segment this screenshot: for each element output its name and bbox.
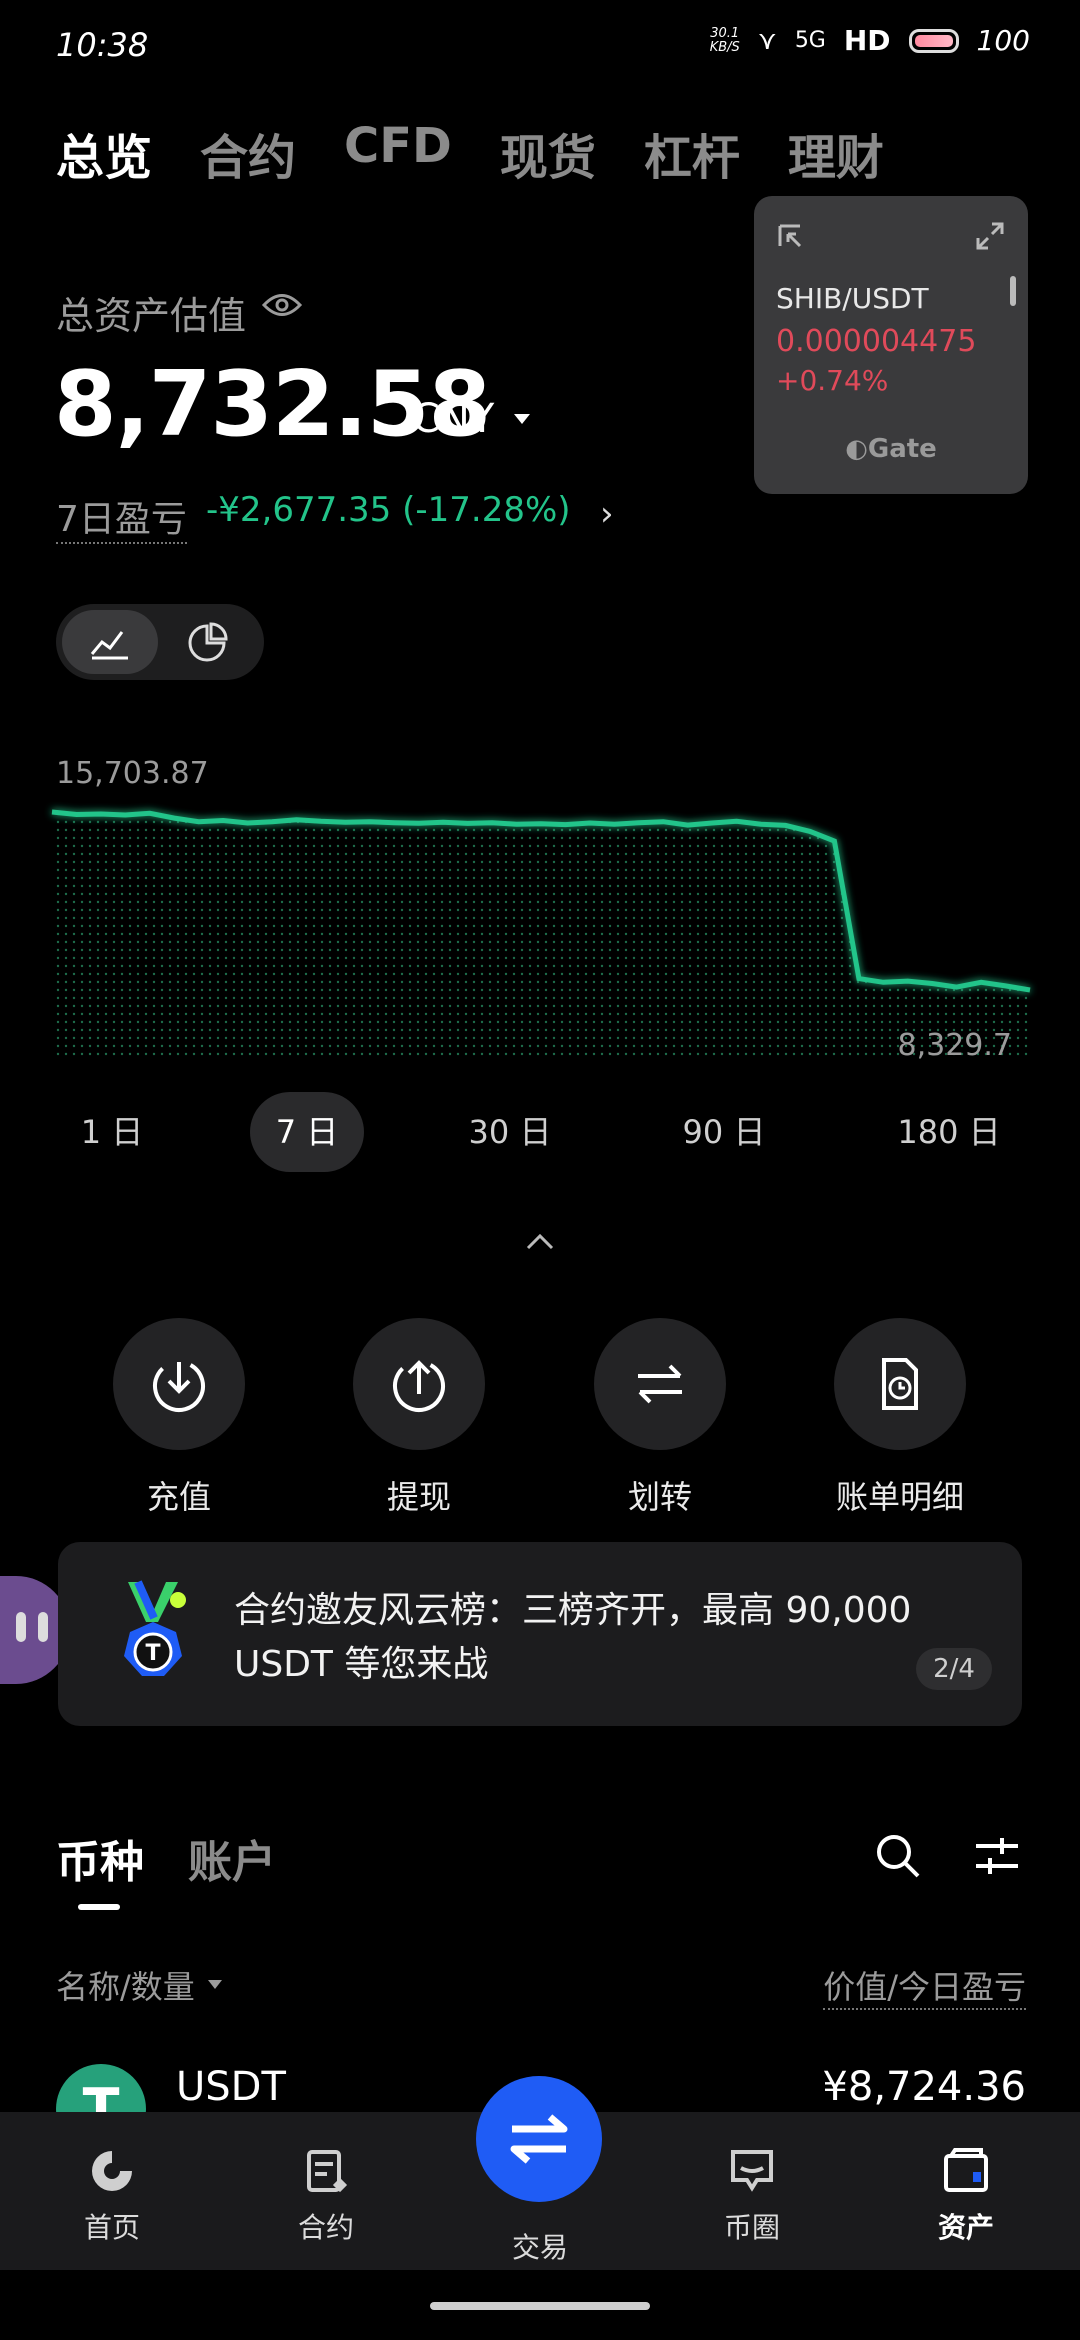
sort-caret-icon[interactable]: [208, 1980, 222, 1989]
period-selector: 1 日 7 日 30 日 90 日 180 日: [0, 1092, 1080, 1172]
tab-margin[interactable]: 杠杆: [644, 118, 740, 188]
trade-icon: [510, 2114, 568, 2164]
tab-cfd[interactable]: CFD: [344, 118, 452, 188]
chevron-right-icon[interactable]: ›: [600, 494, 614, 534]
asset-line-chart: [51, 809, 1031, 1060]
battery-icon: [908, 28, 959, 53]
chart-type-toggle: [56, 604, 264, 680]
total-assets-label: 总资产估值: [56, 294, 247, 338]
widget-scroll-indicator: [1010, 276, 1016, 306]
gate-logo-icon: ◐: [845, 434, 868, 464]
svg-text:T: T: [145, 1641, 160, 1666]
status-bar: 10:38 30.1 KB/S ⋎ 5G HD 100: [0, 0, 1080, 90]
withdraw-label: 提现: [386, 1478, 451, 1516]
bill-icon[interactable]: [834, 1318, 966, 1450]
wallet-icon: [944, 2148, 988, 2192]
search-icon[interactable]: [874, 1832, 922, 1880]
banner-text: 合约邀友风云榜：三榜齐开，最高 90,000 USDT 等您来战: [234, 1590, 912, 1685]
widget-brand-logo: ◐Gate: [845, 434, 937, 464]
currency-caret-icon[interactable]: [514, 414, 530, 424]
bubble-eye-left: [16, 1612, 26, 1642]
line-chart-icon[interactable]: [88, 624, 132, 660]
chart-area-fill: [52, 812, 1030, 1060]
pie-chart-icon[interactable]: [186, 622, 228, 664]
deposit-button[interactable]: 充值: [79, 1318, 279, 1518]
battery-level: 100: [976, 24, 1030, 57]
bill-button[interactable]: 账单明细: [800, 1318, 1000, 1518]
community-icon: [731, 2150, 773, 2192]
nav-home[interactable]: 首页: [32, 2146, 192, 2246]
chevron-up-icon[interactable]: [524, 1232, 556, 1252]
home-icon: [92, 2151, 132, 2191]
pnl-label[interactable]: 7日盈亏: [56, 490, 187, 544]
period-1d[interactable]: 1 日: [62, 1092, 162, 1172]
nav-trade-label: 交易: [511, 2231, 568, 2264]
status-time: 10:38: [56, 26, 149, 64]
period-7d[interactable]: 7 日: [250, 1092, 364, 1172]
widget-pair: SHIB/USDT: [776, 282, 929, 315]
bill-label: 账单明细: [835, 1478, 964, 1516]
withdraw-button[interactable]: 提现: [319, 1318, 519, 1518]
tab-active-indicator: [78, 1904, 120, 1910]
nav-contract[interactable]: 合约: [246, 2146, 406, 2246]
sort-value-pnl[interactable]: 价值/今日盈亏: [823, 1962, 1026, 2010]
banner-page-indicator: 2/4: [916, 1648, 992, 1690]
period-90d[interactable]: 90 日: [666, 1092, 782, 1172]
deposit-icon[interactable]: [113, 1318, 245, 1450]
period-180d[interactable]: 180 日: [884, 1092, 1014, 1172]
net-speed: 30.1 KB/S: [709, 25, 740, 55]
hd-badge: HD: [843, 24, 891, 57]
sort-name-quantity[interactable]: 名称/数量: [56, 1962, 195, 2008]
widget-price: 0.000004475: [776, 324, 977, 359]
transfer-button[interactable]: 划转: [560, 1318, 760, 1518]
contract-icon: [307, 2150, 348, 2193]
expand-icon[interactable]: [974, 220, 1006, 252]
pnl-value: -¥2,677.35 (-17.28%): [206, 490, 571, 530]
home-gesture-bar[interactable]: [430, 2302, 650, 2310]
tab-overview[interactable]: 总览: [56, 118, 152, 188]
trade-button[interactable]: [476, 2076, 602, 2202]
tab-coins[interactable]: 币种: [56, 1826, 144, 1890]
collapse-icon[interactable]: [776, 222, 806, 252]
tab-spot[interactable]: 现货: [500, 118, 596, 188]
nav-community[interactable]: 币圈: [672, 2146, 832, 2246]
signal-icon: 5G: [794, 28, 826, 53]
coin-symbol[interactable]: USDT: [176, 2064, 286, 2110]
tab-contract[interactable]: 合约: [200, 118, 296, 188]
top-tabs: 总览 合约 CFD 现货 杠杆 理财: [56, 118, 884, 188]
nav-trade-label-wrap[interactable]: 交易: [460, 2220, 620, 2266]
nav-assets[interactable]: 资产: [886, 2146, 1046, 2246]
status-icons: 30.1 KB/S ⋎ 5G HD 100: [710, 24, 1030, 57]
period-30d[interactable]: 30 日: [452, 1092, 568, 1172]
asset-tabs: 币种 账户: [56, 1826, 276, 1890]
transfer-icon[interactable]: [594, 1318, 726, 1450]
widget-change: +0.74%: [776, 364, 889, 397]
medal-icon: T: [124, 1580, 186, 1676]
eye-icon[interactable]: [262, 290, 302, 320]
tab-accounts[interactable]: 账户: [188, 1826, 276, 1890]
tab-earn[interactable]: 理财: [788, 118, 884, 188]
promo-banner[interactable]: T 合约邀友风云榜：三榜齐开，最高 90,000 USDT 等您来战 2/4: [58, 1542, 1022, 1726]
deposit-label: 充值: [146, 1478, 211, 1516]
floating-price-widget[interactable]: SHIB/USDT 0.000004475 +0.74% ◐Gate: [754, 196, 1028, 494]
transfer-label: 划转: [627, 1478, 692, 1516]
coin-value: ¥8,724.36: [822, 2064, 1026, 2110]
bubble-eye-right: [38, 1612, 48, 1642]
wifi-icon: ⋎: [757, 25, 777, 56]
withdraw-icon[interactable]: [353, 1318, 485, 1450]
currency-selector[interactable]: CNY: [412, 396, 494, 442]
chart-min-label: 8,329.7: [897, 1028, 1012, 1063]
filter-icon[interactable]: [974, 1836, 1020, 1876]
